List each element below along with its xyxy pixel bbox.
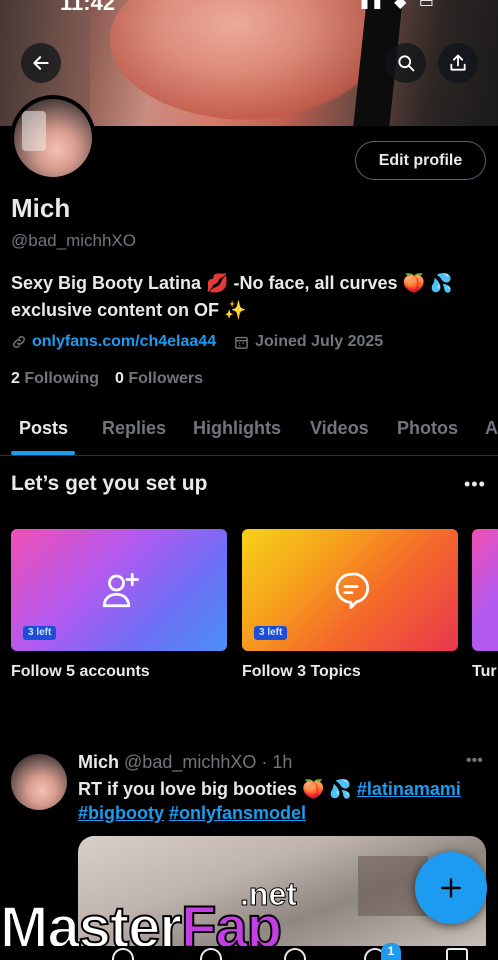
tab-highlights[interactable]: Highlights — [193, 418, 281, 439]
plus-icon — [441, 878, 461, 898]
setup-card-label: Follow 5 accounts — [11, 663, 150, 680]
profile-link-text: onlyfans.com/ch4elaa44 — [32, 333, 217, 350]
following-label: Following — [24, 370, 100, 387]
joined-date: Joined July 2025 — [234, 333, 383, 351]
compose-button[interactable] — [415, 852, 487, 924]
tab-articles[interactable]: A — [485, 418, 498, 439]
post-author-name[interactable]: Mich — [78, 752, 119, 772]
setup-card-label: Follow 3 Topics — [242, 663, 361, 680]
setup-card-badge: 3 left — [23, 626, 57, 640]
search-button[interactable] — [386, 43, 426, 83]
link-icon — [13, 336, 25, 348]
edit-profile-button[interactable]: Edit profile — [355, 141, 486, 180]
hashtag-link[interactable]: #bigbooty — [78, 803, 164, 823]
hashtag-link[interactable]: #latinamami — [357, 779, 461, 799]
profile-meta: onlyfans.com/ch4elaa44 Joined July 2025 — [11, 333, 383, 351]
post-body: RT if you love big booties 🍑 💦 — [78, 779, 357, 799]
setup-card-badge: 3 left — [254, 626, 288, 640]
setup-card-partial[interactable] — [472, 529, 498, 651]
tab-posts[interactable]: Posts — [19, 418, 68, 439]
back-button[interactable] — [21, 43, 61, 83]
follow-stats: 2 Following 0 Followers — [11, 370, 203, 388]
active-tab-indicator — [11, 451, 75, 455]
setup-more-button[interactable]: ••• — [464, 474, 486, 495]
calendar-icon — [235, 336, 248, 349]
tab-replies[interactable]: Replies — [102, 418, 166, 439]
share-icon — [450, 54, 466, 71]
profile-link[interactable]: onlyfans.com/ch4elaa44 — [11, 333, 216, 351]
profile-tabs: Posts Replies Highlights Videos Photos A — [0, 404, 498, 456]
following-count: 2 — [11, 370, 20, 387]
notification-badge: 1 — [381, 943, 401, 960]
setup-card-label: Tur — [472, 663, 497, 680]
followers-count: 0 — [115, 370, 124, 387]
add-user-icon — [102, 572, 139, 608]
banner-shape — [110, 0, 390, 120]
followers-stat[interactable]: 0 Followers — [115, 370, 203, 388]
tab-videos[interactable]: Videos — [310, 418, 369, 439]
profile-name: Mich — [11, 193, 71, 223]
post-avatar[interactable] — [11, 754, 67, 810]
setup-title: Let’s get you set up — [11, 472, 208, 495]
bottom-nav — [0, 946, 498, 960]
profile-avatar[interactable] — [10, 95, 96, 181]
hashtag-link[interactable]: #onlyfansmodel — [169, 803, 306, 823]
arrow-left-icon — [33, 56, 49, 70]
search-icon — [398, 55, 415, 72]
profile-handle: @bad_michhXO — [11, 231, 136, 250]
post-meta: @bad_michhXO · 1h — [124, 752, 293, 772]
followers-label: Followers — [128, 370, 204, 387]
status-icons: ▮▮ ◆ ▭ — [360, 0, 438, 11]
bio-line: Sexy Big Booty Latina 💋 -No face, all cu… — [11, 273, 453, 293]
post-header: Mich @bad_michhXO · 1h — [78, 752, 292, 773]
topic-icon — [335, 572, 370, 609]
following-stat[interactable]: 2 Following — [11, 370, 99, 388]
joined-text: Joined July 2025 — [255, 333, 384, 350]
post-text: RT if you love big booties 🍑 💦 #latinama… — [78, 777, 494, 825]
share-button[interactable] — [438, 43, 478, 83]
setup-card-follow-accounts[interactable]: 3 left — [11, 529, 227, 651]
post-more-button[interactable]: ••• — [466, 752, 483, 770]
status-time: 11:42 — [60, 0, 116, 15]
setup-card-follow-topics[interactable]: 3 left — [242, 529, 458, 651]
nav-messages-icon[interactable] — [446, 948, 468, 960]
tab-photos[interactable]: Photos — [397, 418, 458, 439]
profile-bio: Sexy Big Booty Latina 💋 -No face, all cu… — [11, 270, 491, 324]
bio-line: exclusive content on OF ✨ — [11, 300, 247, 320]
